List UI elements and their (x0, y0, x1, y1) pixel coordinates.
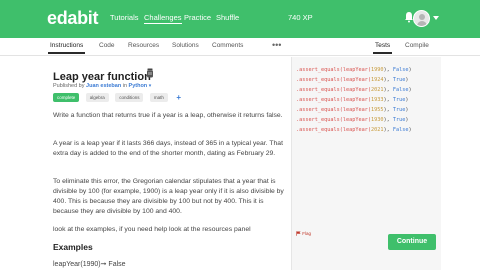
instructions-panel: Leap year function Published by Juan est… (46, 57, 291, 270)
tag-algebra[interactable]: algebra (85, 93, 109, 102)
flag-link[interactable]: Flag (296, 231, 312, 237)
test-line[interactable]: .assert_equals(leapYear(2021), False) (296, 127, 412, 133)
test-line[interactable]: .assert_equals(leapYear(1930), True) (296, 117, 408, 123)
test-line[interactable]: .assert_equals(leapYear(2021), False) (296, 87, 412, 93)
description-paragraph: Write a function that returns true if a … (53, 112, 283, 119)
jar-icon (147, 68, 153, 78)
description-paragraph: A year is a leap year if it lasts 366 da… (53, 140, 283, 157)
nav-challenges[interactable]: Challenges (144, 13, 182, 24)
test-line[interactable]: .assert_equals(leapYear(1933), True) (296, 97, 408, 103)
chevron-down-icon[interactable]: ▾ (149, 83, 152, 89)
tag-conditions[interactable]: conditions (115, 93, 144, 102)
tab-code[interactable]: Code (99, 42, 115, 49)
top-navigation-bar: edabit Tutorials Challenges Practice Shu… (0, 0, 480, 38)
more-options-icon[interactable]: ••• (272, 40, 281, 50)
nav-tutorials[interactable]: Tutorials (110, 13, 138, 22)
challenge-title: Leap year function (53, 71, 151, 83)
test-line[interactable]: .assert_equals(leapYear(1990), False) (296, 67, 412, 73)
tag-math[interactable]: math (149, 93, 168, 102)
tab-solutions[interactable]: Solutions (172, 42, 199, 49)
nav-shuffle[interactable]: Shuffle (216, 13, 239, 22)
nav-practice[interactable]: Practice (184, 13, 211, 22)
flag-icon (296, 231, 301, 237)
tag-list: complete algebra conditions math + (53, 93, 181, 104)
test-line[interactable]: .assert_equals(leapYear(1955), True) (296, 107, 408, 113)
add-tag-icon[interactable]: + (176, 93, 181, 102)
author-link[interactable]: Juan esteban (86, 83, 121, 89)
chevron-down-icon[interactable] (433, 16, 439, 20)
published-prefix: Published by (53, 83, 85, 89)
edabit-logo[interactable]: edabit (47, 8, 99, 29)
flag-label: Flag (302, 231, 312, 236)
tab-comments[interactable]: Comments (212, 42, 243, 49)
test-line[interactable]: .assert_equals(leapYear(1924), True) (296, 77, 408, 83)
left-margin (0, 56, 46, 270)
tests-panel[interactable]: .assert_equals(leapYear(1990), False) .as… (291, 57, 441, 270)
description-paragraph: look at the examples, if you need help l… (53, 226, 251, 233)
continue-button[interactable]: Continue (388, 234, 436, 250)
tab-instructions[interactable]: Instructions (47, 42, 86, 54)
avatar[interactable] (413, 10, 430, 27)
example-line: leapYear(1990)➞ False (53, 261, 126, 268)
right-margin (441, 56, 480, 270)
in-label: in (122, 83, 127, 89)
tab-resources[interactable]: Resources (128, 42, 159, 49)
language-selector[interactable]: Python (129, 83, 148, 89)
description-paragraph: To eliminate this error, the Gregorian c… (53, 178, 284, 215)
xp-counter: 740 XP (288, 13, 313, 22)
tab-compile[interactable]: Compile (405, 42, 429, 49)
tab-tests[interactable]: Tests (372, 42, 393, 54)
examples-heading: Examples (53, 242, 93, 252)
tab-bar: Instructions Code Resources Solutions Co… (0, 38, 480, 56)
tag-difficulty[interactable]: complete (53, 93, 80, 102)
published-by: Published by Juan esteban in Python ▾ (53, 83, 151, 89)
